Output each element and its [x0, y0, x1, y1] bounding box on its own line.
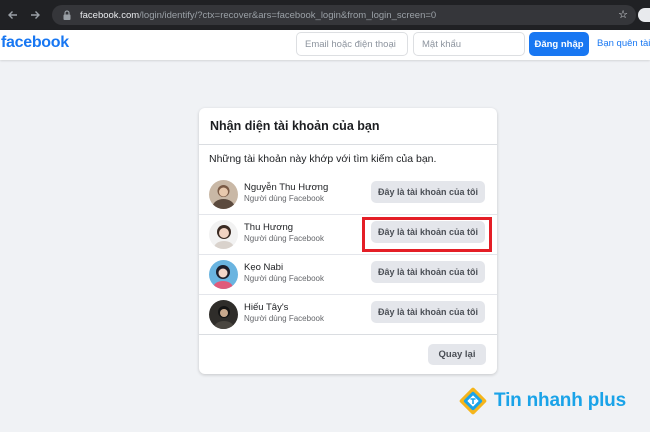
watermark: Tin nhanh plus	[458, 386, 626, 416]
this-is-my-account-button[interactable]: Đây là tài khoản của tôi	[371, 181, 485, 203]
lock-icon[interactable]	[60, 8, 74, 22]
card-title: Nhận diện tài khoản của bạn	[210, 119, 380, 133]
divider	[199, 144, 497, 145]
account-name: Nguyễn Thu Hương	[244, 182, 329, 193]
password-field[interactable]	[413, 32, 525, 56]
avatar	[209, 220, 238, 249]
divider	[199, 334, 497, 335]
card-description: Những tài khoản này khớp với tìm kiếm củ…	[209, 153, 437, 165]
tin-nhanh-plus-logo-icon	[458, 386, 488, 416]
this-is-my-account-button[interactable]: Đây là tài khoản của tôi	[371, 261, 485, 283]
forgot-account-link[interactable]: Bạn quên tài	[597, 38, 650, 49]
account-subtitle: Người dùng Facebook	[244, 314, 324, 323]
email-field[interactable]	[296, 32, 408, 56]
avatar	[209, 180, 238, 209]
back-arrow-icon[interactable]	[4, 6, 22, 24]
account-row: Kẹo Nabi Người dùng Facebook Đây là tài …	[199, 255, 497, 295]
url-host: facebook.com	[80, 9, 140, 21]
account-subtitle: Người dùng Facebook	[244, 234, 324, 243]
url-path: /login/identify/?ctx=recover&ars=faceboo…	[139, 9, 437, 21]
forward-arrow-icon[interactable]	[26, 6, 44, 24]
avatar	[209, 260, 238, 289]
facebook-header: facebook Đăng nhập Bạn quên tài	[0, 30, 650, 60]
address-bar[interactable]: facebook.com/login/identify/?ctx=recover…	[52, 5, 636, 25]
bookmark-star-icon[interactable]: ☆	[618, 8, 628, 21]
profile-avatar-icon[interactable]	[638, 8, 650, 22]
account-row: Hiếu Tây's Người dùng Facebook Đây là tà…	[199, 295, 497, 335]
highlight-annotation	[362, 217, 492, 252]
account-subtitle: Người dùng Facebook	[244, 194, 324, 203]
account-name: Thu Hương	[244, 222, 294, 233]
facebook-logo[interactable]: facebook	[1, 34, 69, 52]
login-button[interactable]: Đăng nhập	[529, 32, 589, 56]
watermark-text: Tin nhanh plus	[494, 390, 626, 411]
account-subtitle: Người dùng Facebook	[244, 274, 324, 283]
account-name: Hiếu Tây's	[244, 302, 289, 313]
avatar	[209, 300, 238, 329]
account-row: Nguyễn Thu Hương Người dùng Facebook Đây…	[199, 175, 497, 215]
this-is-my-account-button[interactable]: Đây là tài khoản của tôi	[371, 301, 485, 323]
url-text[interactable]: facebook.com/login/identify/?ctx=recover…	[80, 10, 436, 21]
account-name: Kẹo Nabi	[244, 262, 284, 273]
back-button[interactable]: Quay lại	[428, 344, 486, 365]
browser-toolbar: facebook.com/login/identify/?ctx=recover…	[0, 0, 650, 30]
